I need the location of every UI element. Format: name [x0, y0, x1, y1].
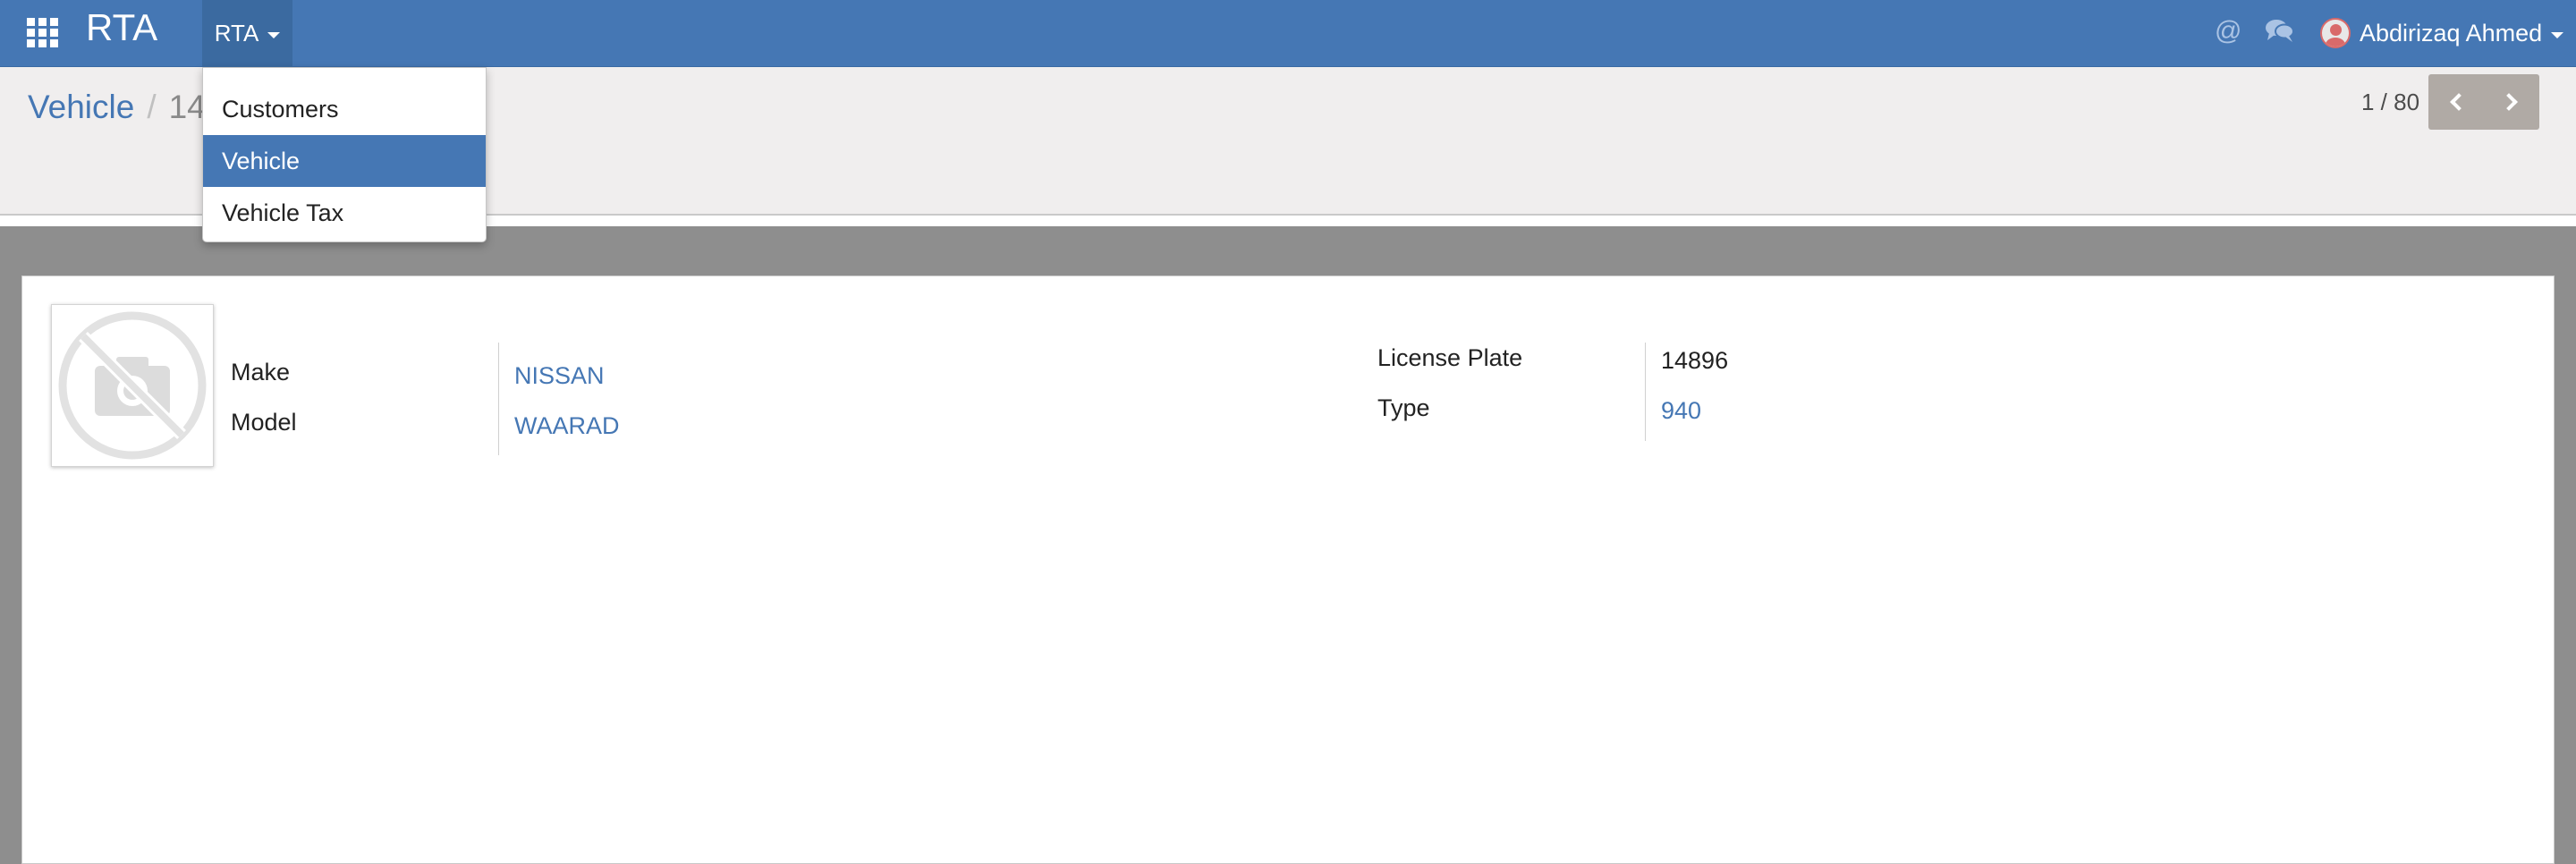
make-label: Make	[231, 359, 291, 385]
pager-previous-button[interactable]	[2428, 74, 2484, 130]
license-plate-value: 14896	[1661, 347, 1729, 374]
at-icon[interactable]: @	[2215, 16, 2241, 47]
rta-menu-label: RTA	[214, 20, 259, 47]
model-label: Model	[231, 409, 297, 436]
model-value-link[interactable]: WAARAD	[514, 411, 620, 440]
menu-item-vehicle[interactable]: Vehicle	[203, 135, 486, 187]
chevron-left-icon	[2450, 93, 2468, 111]
app-brand: RTA	[86, 6, 158, 48]
field-divider	[498, 343, 499, 455]
pager-next-button[interactable]	[2484, 74, 2539, 130]
breadcrumb-parent-link[interactable]: Vehicle	[28, 87, 134, 128]
user-name: Abdirizaq Ahmed	[2360, 19, 2543, 47]
breadcrumb-separator: /	[147, 89, 157, 125]
caret-down-icon	[267, 32, 281, 38]
vehicle-image[interactable]	[51, 304, 214, 467]
top-navbar: RTA RTA @ Abdirizaq Ahmed	[0, 0, 2576, 67]
apps-grid-icon[interactable]	[27, 18, 61, 48]
type-value-link[interactable]: 940	[1661, 396, 1701, 425]
type-label: Type	[1377, 394, 1430, 421]
rta-menu-toggle[interactable]: RTA	[202, 0, 292, 67]
make-value-link[interactable]: NISSAN	[514, 361, 605, 390]
menu-item-vehicle-tax[interactable]: Vehicle Tax	[203, 187, 486, 239]
form-sheet	[21, 275, 2555, 864]
field-divider	[1645, 343, 1646, 441]
license-plate-label: License Plate	[1377, 344, 1523, 371]
rta-dropdown-menu: Customers Vehicle Vehicle Tax	[202, 67, 487, 242]
pager-buttons	[2428, 74, 2539, 130]
pager-value[interactable]: 1 / 80	[2361, 88, 2419, 116]
caret-down-icon	[2551, 31, 2564, 38]
menu-item-customers[interactable]: Customers	[203, 83, 486, 135]
chat-bubbles-icon[interactable]	[2265, 18, 2295, 50]
no-camera-icon	[58, 311, 207, 460]
avatar	[2320, 18, 2351, 48]
chevron-right-icon	[2500, 93, 2518, 111]
user-menu[interactable]: Abdirizaq Ahmed	[2320, 13, 2564, 54]
